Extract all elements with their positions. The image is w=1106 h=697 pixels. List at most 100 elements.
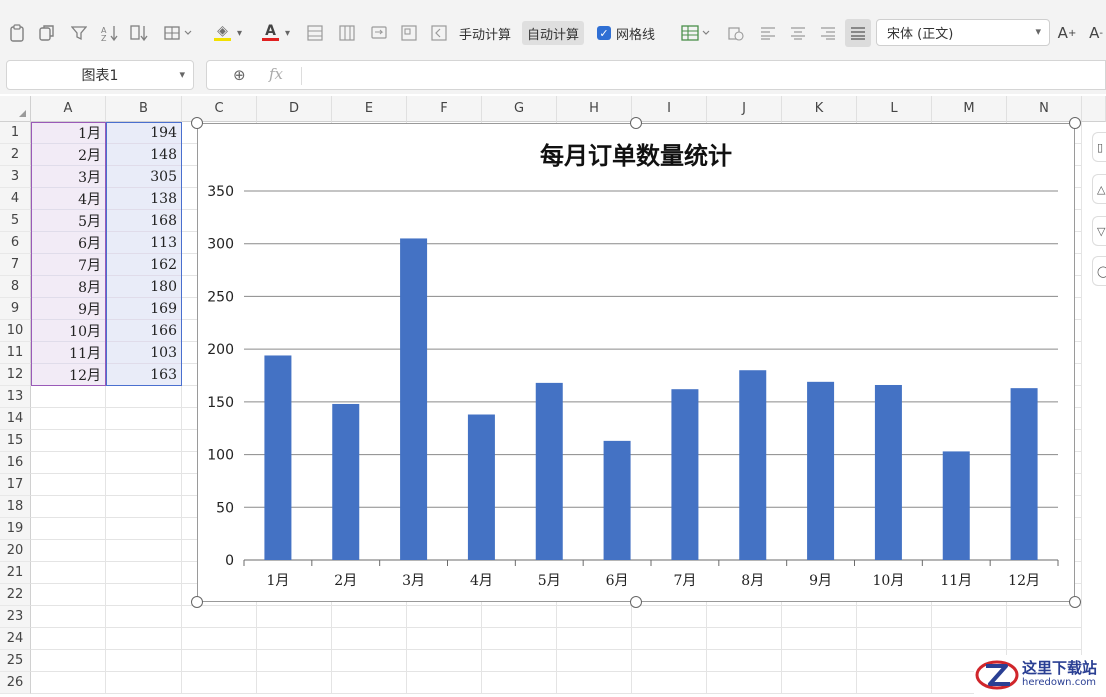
cell-value[interactable]: 169	[106, 298, 182, 320]
bar[interactable]	[467, 414, 495, 560]
cell-value[interactable]: 113	[106, 232, 182, 254]
resize-handle[interactable]	[191, 117, 203, 129]
grid-cell[interactable]	[332, 606, 407, 628]
grid-cell[interactable]	[932, 628, 1007, 650]
row-header[interactable]: 6	[0, 232, 31, 254]
row-header[interactable]: 25	[0, 650, 31, 672]
grid-cell[interactable]	[632, 650, 707, 672]
paste-special-icon[interactable]	[6, 19, 28, 47]
grid-cell[interactable]	[632, 606, 707, 628]
grid-cell[interactable]	[407, 628, 482, 650]
chart-object[interactable]: 每月订单数量统计 0 50 100 150 200 250 300 350 1月 2月 3月 4月 5月…	[197, 123, 1075, 602]
zoom-icon[interactable]: ⊕	[233, 66, 246, 84]
format-cells-icon[interactable]	[396, 19, 422, 47]
row-header[interactable]: 26	[0, 672, 31, 694]
row-header[interactable]: 4	[0, 188, 31, 210]
formula-input[interactable]: ⊕ fx	[206, 60, 1106, 90]
grid-cell[interactable]	[31, 408, 106, 430]
grid-cell[interactable]	[482, 606, 557, 628]
grid-cell[interactable]	[31, 430, 106, 452]
row-col-icon[interactable]	[334, 19, 360, 47]
grid-cell[interactable]	[106, 474, 182, 496]
cell-month[interactable]: 3月	[31, 166, 106, 188]
grid-cell[interactable]	[106, 628, 182, 650]
grid-cell[interactable]	[257, 672, 332, 694]
grid-cell[interactable]	[557, 606, 632, 628]
row-header[interactable]: 3	[0, 166, 31, 188]
bar[interactable]	[671, 389, 699, 560]
grid-cell[interactable]	[557, 628, 632, 650]
row-header[interactable]: 18	[0, 496, 31, 518]
cell-month[interactable]: 10月	[31, 320, 106, 342]
column-header[interactable]: B	[106, 96, 182, 122]
grid-cell[interactable]	[31, 518, 106, 540]
grid-cell[interactable]	[632, 628, 707, 650]
grid-cell[interactable]	[707, 628, 782, 650]
grid-cell[interactable]	[31, 562, 106, 584]
column-header[interactable]: M	[932, 96, 1007, 122]
cell-month[interactable]: 9月	[31, 298, 106, 320]
column-header[interactable]: F	[407, 96, 482, 122]
grid-cell[interactable]	[106, 672, 182, 694]
merge-cells-icon[interactable]	[302, 19, 328, 47]
grid-cell[interactable]	[31, 496, 106, 518]
cell-month[interactable]: 5月	[31, 210, 106, 232]
checkbox-checked-icon[interactable]: ✓	[597, 26, 611, 40]
select-all-corner[interactable]	[0, 96, 31, 122]
freeze-pane-icon[interactable]	[426, 19, 452, 47]
bar[interactable]	[603, 440, 631, 560]
grid-cell[interactable]	[106, 606, 182, 628]
grid-cell[interactable]	[106, 496, 182, 518]
grid-cell[interactable]	[632, 672, 707, 694]
grid-cell[interactable]	[257, 628, 332, 650]
column-header[interactable]: L	[857, 96, 932, 122]
cell-value[interactable]: 180	[106, 276, 182, 298]
grid-cell[interactable]	[106, 408, 182, 430]
grid-cell[interactable]	[782, 650, 857, 672]
row-header[interactable]: 11	[0, 342, 31, 364]
row-header[interactable]: 8	[0, 276, 31, 298]
grid-cell[interactable]	[31, 628, 106, 650]
grid-cell[interactable]	[857, 606, 932, 628]
bar[interactable]	[1010, 388, 1038, 560]
cell-month[interactable]: 1月	[31, 122, 106, 144]
grid-cell[interactable]	[182, 672, 257, 694]
grid-cell[interactable]	[707, 650, 782, 672]
grid-cell[interactable]	[332, 628, 407, 650]
grid-cell[interactable]	[31, 584, 106, 606]
grid-cell[interactable]	[106, 386, 182, 408]
row-header[interactable]: 12	[0, 364, 31, 386]
grid-cell[interactable]	[482, 672, 557, 694]
table-style-dropdown[interactable]	[676, 19, 716, 47]
column-header[interactable]: A	[31, 96, 106, 122]
grid-cell[interactable]	[482, 628, 557, 650]
copy-format-icon[interactable]	[36, 19, 58, 47]
grid-cell[interactable]	[31, 474, 106, 496]
grid-cell[interactable]	[31, 386, 106, 408]
cell-month[interactable]: 6月	[31, 232, 106, 254]
font-size-decrease-icon[interactable]: A-	[1085, 19, 1106, 47]
row-header[interactable]: 19	[0, 518, 31, 540]
grid-cell[interactable]	[106, 540, 182, 562]
grid-cell[interactable]	[332, 672, 407, 694]
resize-handle[interactable]	[630, 596, 642, 608]
row-header[interactable]: 1	[0, 122, 31, 144]
cell-value[interactable]: 305	[106, 166, 182, 188]
grid-cell[interactable]	[31, 540, 106, 562]
cell-value[interactable]: 166	[106, 320, 182, 342]
fill-down-icon[interactable]	[128, 19, 152, 47]
row-header[interactable]: 2	[0, 144, 31, 166]
grid-cell[interactable]	[782, 628, 857, 650]
grid-cell[interactable]	[1007, 606, 1082, 628]
bar[interactable]	[332, 403, 360, 560]
cell-value[interactable]: 163	[106, 364, 182, 386]
cell-value[interactable]: 138	[106, 188, 182, 210]
grid-cell[interactable]	[782, 606, 857, 628]
grid-cell[interactable]	[782, 672, 857, 694]
font-name-select[interactable]: 宋体 (正文) ▾	[876, 19, 1050, 46]
grid-cell[interactable]	[106, 452, 182, 474]
align-center-icon[interactable]	[786, 19, 810, 47]
cell-month[interactable]: 8月	[31, 276, 106, 298]
font-color-dropdown[interactable]: A ▾	[256, 19, 296, 47]
grid-cell[interactable]	[31, 672, 106, 694]
